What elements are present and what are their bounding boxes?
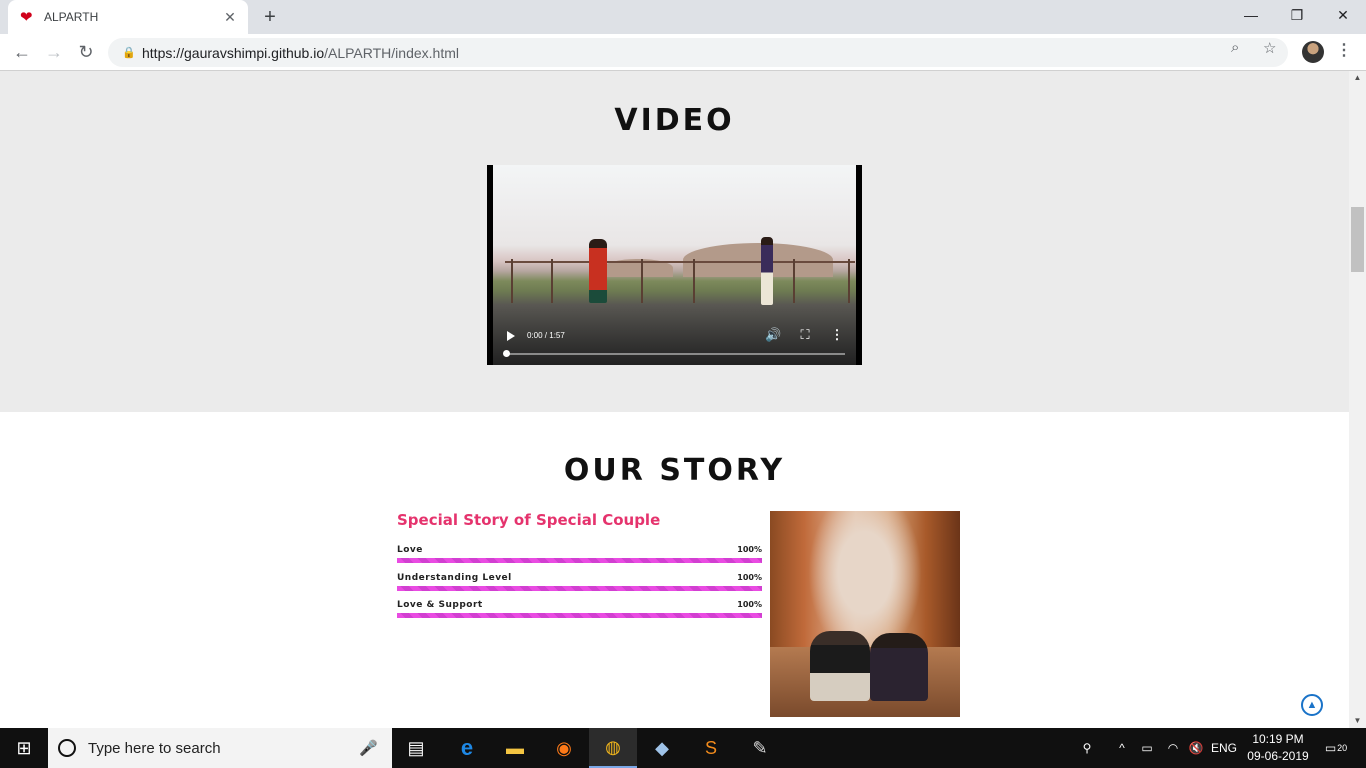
video-section-title: VIDEO (614, 103, 735, 138)
battery-icon[interactable]: ▭ (1136, 728, 1158, 768)
page-viewport: VIDEO 0:00 / 1:57 🔊 ⛶ ⋮ OUR STORY Specia… (0, 71, 1349, 728)
skill-love: Love 100% (397, 545, 762, 569)
new-tab-button[interactable]: + (256, 4, 284, 30)
notification-center-icon[interactable]: ▭ 20 (1322, 736, 1350, 760)
video-progress-bar[interactable] (507, 353, 845, 355)
video-seek-knob[interactable] (503, 350, 510, 357)
story-section-title: OUR STORY (563, 453, 786, 488)
skill-label: Love (397, 545, 423, 555)
video-woman-figure (589, 239, 607, 303)
microphone-icon[interactable]: 🎤 (359, 739, 378, 757)
back-to-top-icon[interactable]: ▲ (1301, 694, 1323, 716)
3d-box-app-icon[interactable]: ◆ (638, 728, 686, 768)
skill-value: 100% (737, 600, 762, 609)
chrome-icon[interactable]: ◍ (589, 728, 637, 768)
tray-chevron-icon[interactable]: ^ (1112, 728, 1132, 768)
video-section: VIDEO 0:00 / 1:57 🔊 ⛶ ⋮ (0, 71, 1349, 412)
video-player[interactable]: 0:00 / 1:57 🔊 ⛶ ⋮ (487, 165, 862, 365)
address-bar[interactable]: 🔒 https://gauravshimpi.github.io/ALPARTH… (108, 38, 1288, 67)
taskbar-search-placeholder: Type here to search (88, 739, 221, 757)
taskbar-clock[interactable]: 10:19 PM 09-06-2019 (1240, 731, 1316, 765)
skill-love-support: Love & Support 100% (397, 600, 762, 624)
volume-icon[interactable]: 🔊 (765, 327, 781, 343)
page-scrollbar[interactable]: ▲ ▼ (1349, 71, 1366, 728)
wifi-icon[interactable]: ◠ (1162, 728, 1184, 768)
edge-browser-icon[interactable]: e (443, 728, 491, 768)
notification-count: 20 (1337, 743, 1348, 753)
fullscreen-icon[interactable]: ⛶ (797, 327, 813, 343)
tab-close-icon[interactable]: ✕ (218, 5, 242, 29)
skill-label: Love & Support (397, 600, 483, 610)
scroll-thumb[interactable] (1351, 207, 1364, 272)
file-explorer-icon[interactable]: ▬ (491, 728, 539, 768)
taskbar-search[interactable]: Type here to search 🎤 (48, 728, 392, 768)
minimize-button[interactable]: — (1228, 0, 1274, 30)
back-arrow-icon[interactable]: ← (8, 38, 36, 66)
video-man-figure (761, 237, 773, 305)
restore-button[interactable]: ❐ (1274, 0, 1320, 30)
skill-understanding: Understanding Level 100% (397, 573, 762, 597)
forward-arrow-icon[interactable]: → (40, 38, 68, 66)
couple-photo (770, 511, 960, 717)
clock-date: 09-06-2019 (1247, 749, 1309, 763)
photo-woman-figure (870, 633, 928, 701)
tab-title: ALPARTH (44, 10, 99, 24)
video-options-icon[interactable]: ⋮ (829, 327, 845, 343)
people-icon[interactable]: ⚲ (1076, 728, 1098, 768)
play-icon[interactable] (507, 331, 515, 341)
skill-bar-fill (397, 613, 762, 618)
skill-bar (397, 613, 762, 618)
skill-bar (397, 586, 762, 591)
browser-titlebar: ❤ ALPARTH ✕ + — ❐ ✕ (0, 0, 1366, 34)
chrome-menu-icon[interactable]: ⋮ (1336, 40, 1352, 60)
skill-bar (397, 558, 762, 563)
reload-icon[interactable]: ↻ (72, 38, 100, 66)
bookmark-star-icon[interactable]: ☆ (1263, 39, 1276, 57)
windows-start-icon[interactable]: ⊞ (0, 728, 48, 768)
close-window-button[interactable]: ✕ (1320, 0, 1366, 30)
scroll-down-icon[interactable]: ▼ (1349, 714, 1366, 728)
cortana-icon (58, 739, 76, 757)
profile-avatar[interactable] (1302, 41, 1324, 63)
browser-tab[interactable]: ❤ ALPARTH ✕ (8, 0, 248, 34)
scroll-up-icon[interactable]: ▲ (1349, 71, 1366, 85)
skill-value: 100% (737, 545, 762, 554)
clock-time: 10:19 PM (1252, 732, 1304, 746)
windows-taskbar: ⊞ Type here to search 🎤 ▤ e ▬ ◉ ◍ ◆ S ✎ … (0, 728, 1366, 768)
skill-bar-fill (397, 558, 762, 563)
firefox-icon[interactable]: ◉ (540, 728, 588, 768)
task-view-icon[interactable]: ▤ (392, 728, 440, 768)
zoom-icon[interactable]: ⌕ (1231, 39, 1239, 56)
skill-bar-fill (397, 586, 762, 591)
skill-value: 100% (737, 573, 762, 582)
paint-app-icon[interactable]: ✎ (736, 728, 784, 768)
browser-toolbar: ← → ↻ 🔒 https://gauravshimpi.github.io/A… (0, 34, 1366, 71)
heart-favicon-icon: ❤ (20, 9, 33, 26)
sublime-text-icon[interactable]: S (687, 728, 735, 768)
photo-man-figure (810, 631, 870, 701)
url-text: https://gauravshimpi.github.io/ALPARTH/i… (142, 44, 459, 61)
lock-icon: 🔒 (122, 47, 136, 59)
story-heading: Special Story of Special Couple (397, 511, 661, 529)
video-controls: 0:00 / 1:57 🔊 ⛶ ⋮ (493, 305, 856, 365)
language-indicator[interactable]: ENG (1210, 728, 1238, 768)
muted-speaker-icon[interactable]: 🔇 (1186, 728, 1206, 768)
video-time: 0:00 / 1:57 (527, 331, 565, 340)
skill-label: Understanding Level (397, 573, 512, 583)
